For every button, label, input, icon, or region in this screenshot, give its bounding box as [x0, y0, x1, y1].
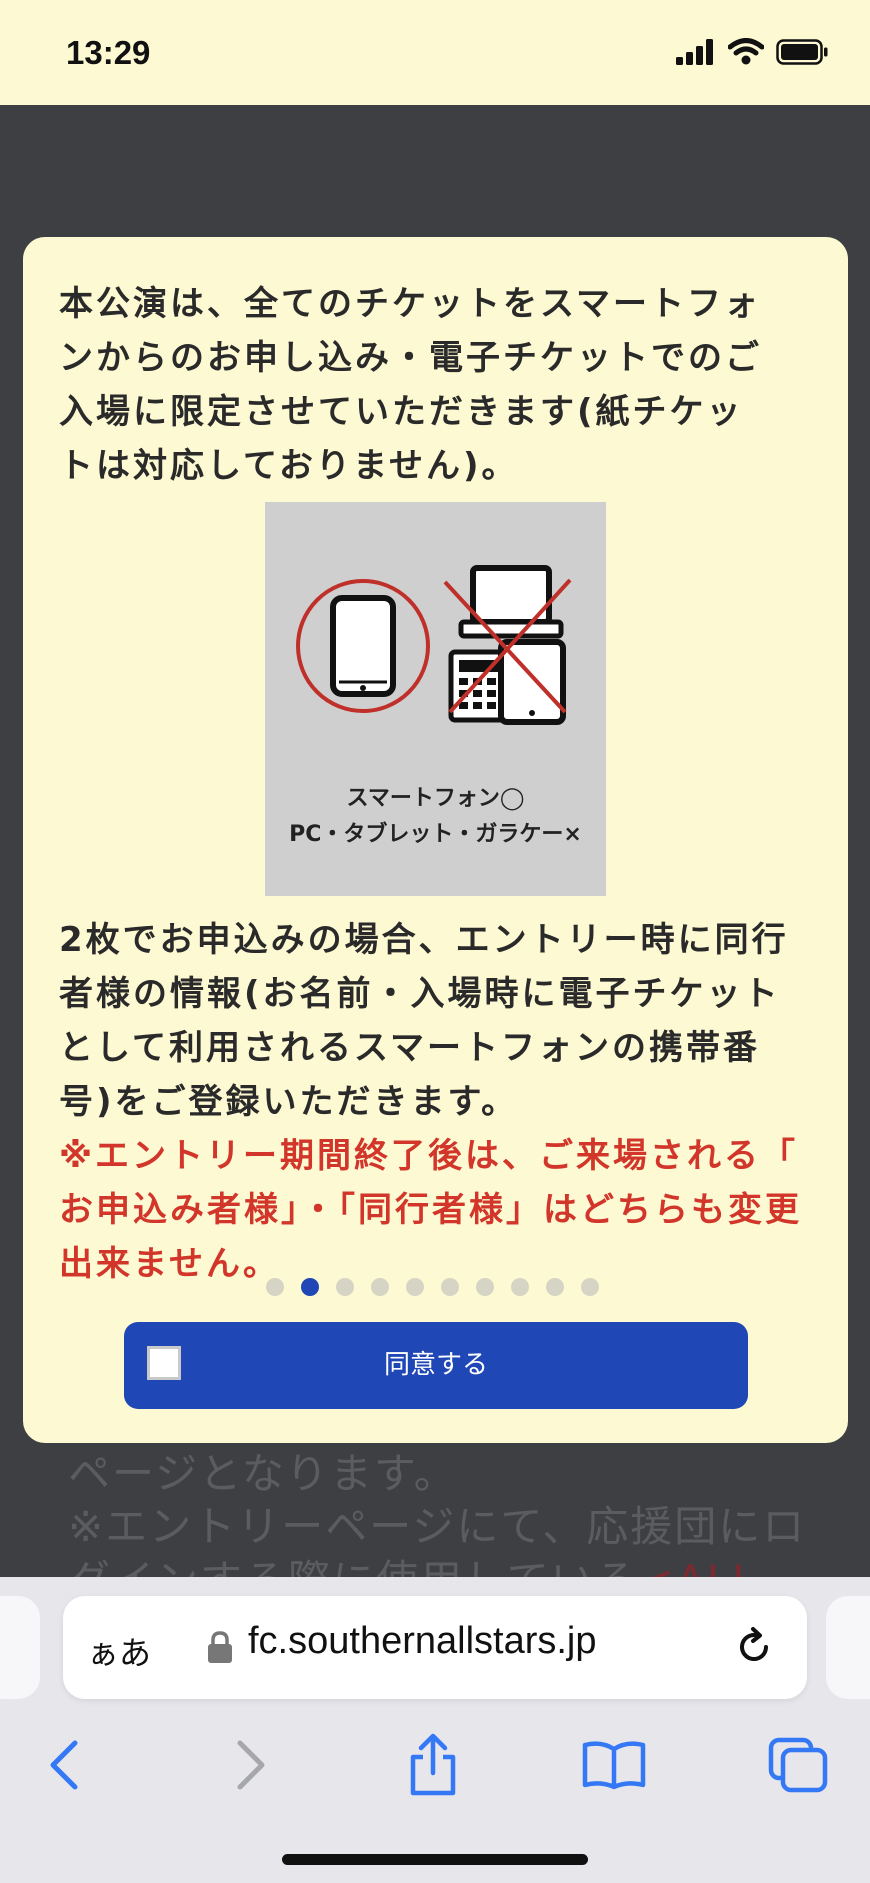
status-icons	[676, 38, 828, 65]
warning-paragraph: ※エントリー期間終了後は、ご来場される「 お申込み者様」・「同行者様」はどちらも…	[59, 1129, 829, 1291]
pagination-dot[interactable]	[336, 1278, 354, 1296]
background-text-accent: <ALL	[639, 1556, 758, 1577]
smartphone-icon	[330, 595, 396, 697]
browser-bottom-bar: ぁあ fc.southernallstars.jp	[0, 1577, 870, 1883]
consent-modal: 本公演は、全てのチケットをスマートフォ ンからのお申し込み・電子チケットでのご …	[23, 237, 848, 1443]
text-size-button[interactable]: ぁあ	[87, 1628, 151, 1674]
laptop-icon	[458, 565, 564, 639]
device-illustration: スマートフォン◯ PC・タブレット・ガラケー×	[265, 502, 606, 896]
warning-line: 出来ません。	[59, 1244, 280, 1284]
agree-button-label: 同意する	[383, 1350, 488, 1380]
intro-line: トは対応しておりません)。	[59, 446, 519, 486]
warning-line: お申込み者様」・「同行者様」はどちらも変更	[59, 1190, 802, 1230]
background-text-line3-start: グインする際に使用している	[68, 1556, 639, 1577]
pagination-dot[interactable]	[581, 1278, 599, 1296]
warning-line: ※エントリー期間終了後は、ご来場される「	[59, 1136, 799, 1176]
bookmarks-icon	[582, 1741, 646, 1790]
illustration-label-smartphone: スマートフォン◯	[346, 786, 525, 811]
signal-icon	[676, 38, 713, 65]
next-tab-edge[interactable]	[826, 1596, 870, 1699]
share-icon	[410, 1733, 456, 1796]
pagination-dots	[266, 1278, 599, 1296]
pagination-dot[interactable]	[511, 1278, 529, 1296]
pagination-dot[interactable]	[266, 1278, 284, 1296]
reload-icon[interactable]	[733, 1626, 775, 1668]
forward-button[interactable]	[216, 1725, 286, 1805]
tabs-button[interactable]	[763, 1725, 833, 1805]
address-bar[interactable]: ぁあ fc.southernallstars.jp	[63, 1596, 807, 1699]
pagination-dot[interactable]	[406, 1278, 424, 1296]
tabs-icon	[768, 1737, 828, 1793]
back-icon	[50, 1740, 78, 1790]
companion-line: 2枚でお申込みの場合、エントリー時に同行	[59, 920, 789, 960]
wifi-icon	[728, 38, 764, 65]
companion-line: 者様の情報(お名前・入場時に電子チケット	[59, 974, 781, 1014]
pagination-dot[interactable]	[546, 1278, 564, 1296]
intro-paragraph: 本公演は、全てのチケットをスマートフォ ンからのお申し込み・電子チケットでのご …	[59, 277, 829, 493]
intro-line: 本公演は、全てのチケットをスマートフォ	[59, 284, 761, 324]
lock-icon	[208, 1631, 232, 1663]
previous-tab-edge[interactable]	[0, 1596, 40, 1699]
intro-line: 入場に限定させていただきます(紙チケッ	[59, 392, 744, 432]
background-text-line1: ページとなります。	[68, 1449, 458, 1498]
bookmarks-button[interactable]	[579, 1725, 649, 1805]
status-bar: 13:29	[0, 0, 870, 105]
background-text-line3: グインする際に使用している<ALL	[68, 1547, 757, 1577]
browser-toolbar	[0, 1725, 870, 1815]
illustration-label-other-devices: PC・タブレット・ガラケー×	[289, 822, 582, 847]
intro-line: ンからのお申し込み・電子チケットでのご	[59, 338, 762, 378]
forward-icon	[237, 1740, 265, 1790]
pagination-dot[interactable]	[441, 1278, 459, 1296]
companion-line: 号)をご登録いただきます。	[59, 1082, 519, 1122]
companion-paragraph: 2枚でお申込みの場合、エントリー時に同行 者様の情報(お名前・入場時に電子チケッ…	[59, 913, 829, 1129]
status-time: 13:29	[66, 34, 151, 71]
companion-line: として利用されるスマートフォンの携帯番	[59, 1028, 760, 1068]
url-text: fc.southernallstars.jp	[248, 1620, 597, 1662]
home-indicator	[282, 1854, 588, 1865]
background-text-line2: ※エントリーページにて、応援団にロ	[68, 1502, 807, 1551]
back-button[interactable]	[29, 1725, 99, 1805]
pagination-dot[interactable]	[476, 1278, 494, 1296]
pagination-dot[interactable]	[371, 1278, 389, 1296]
share-button[interactable]	[398, 1725, 468, 1805]
agree-button[interactable]: 同意する	[124, 1322, 748, 1409]
pagination-dot-active[interactable]	[301, 1278, 319, 1296]
battery-icon	[776, 38, 828, 65]
